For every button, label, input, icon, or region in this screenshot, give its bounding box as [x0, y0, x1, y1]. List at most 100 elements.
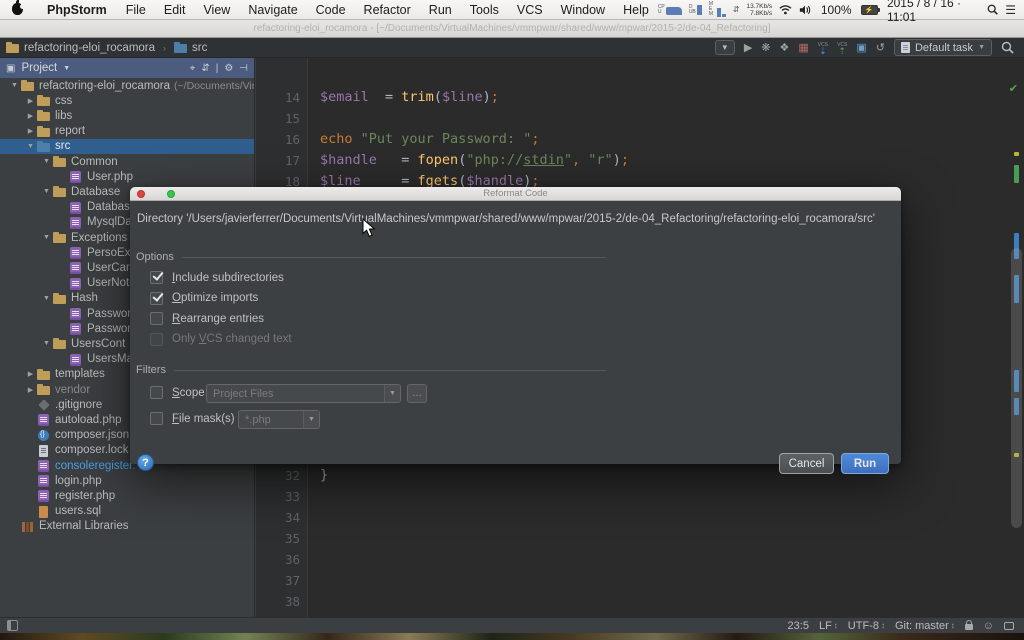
tree-expanded-arrow-icon[interactable]: ▼: [24, 143, 37, 150]
error-stripe-marker[interactable]: [1014, 152, 1019, 156]
toolwindow-toggle-icon[interactable]: [7, 620, 18, 631]
tree-item-report[interactable]: ▶report: [0, 124, 254, 139]
rollback-icon[interactable]: ↺: [876, 39, 885, 57]
chevron-down-icon[interactable]: ▼: [303, 411, 319, 428]
tree-expanded-arrow-icon[interactable]: ▼: [40, 295, 53, 302]
coverage-icon[interactable]: ❖: [780, 39, 790, 57]
line-ending-selector[interactable]: LF↕: [819, 620, 838, 632]
cpu-widget-icon[interactable]: CPU: [658, 5, 682, 15]
checkbox-icon[interactable]: [150, 312, 163, 325]
menu-tools[interactable]: Tools: [461, 0, 508, 20]
menu-vcs[interactable]: VCS: [508, 0, 552, 20]
breadcrumb-project[interactable]: refactoring-eloi_rocamora: [0, 41, 161, 54]
hide-panel-icon[interactable]: ⊣: [239, 63, 248, 74]
chevron-down-icon[interactable]: ▼: [63, 65, 70, 72]
chevron-down-icon[interactable]: ▼: [384, 385, 400, 402]
apple-menu[interactable]: [12, 2, 23, 17]
option-checkbox-optimize-imports[interactable]: Optimize imports: [150, 292, 258, 305]
option-checkbox-only-vcs-changed-text[interactable]: Only VCS changed text: [150, 333, 292, 346]
project-panel-header[interactable]: ▣ Project ▼ ⌖ ⇵ | ⚙ ⊣: [0, 58, 254, 78]
tree-collapsed-arrow-icon[interactable]: ▶: [24, 370, 37, 378]
menu-navigate[interactable]: Navigate: [239, 0, 306, 20]
file-mask-checkbox[interactable]: File mask(s): [150, 412, 235, 425]
checkbox-checked-icon[interactable]: [150, 271, 163, 284]
tree-item-refactoring-eloi-rocamora[interactable]: ▼refactoring-eloi_rocamora(~/Documents/V…: [0, 78, 254, 93]
checkbox-icon[interactable]: [150, 386, 163, 399]
menu-run[interactable]: Run: [420, 0, 461, 20]
menu-view[interactable]: View: [194, 0, 239, 20]
vcs-commit-icon[interactable]: VCS⇡: [837, 42, 847, 54]
menu-window[interactable]: Window: [552, 0, 614, 20]
close-dot-icon[interactable]: [137, 190, 145, 198]
menu-code[interactable]: Code: [307, 0, 355, 20]
encoding-selector[interactable]: UTF-8↕: [848, 620, 885, 632]
default-task-combo[interactable]: Default task ▼: [894, 39, 992, 56]
scope-checkbox[interactable]: Scope: [150, 386, 205, 399]
menu-phpstorm[interactable]: PhpStorm: [37, 0, 117, 20]
tree-item-register-php[interactable]: register.php: [0, 488, 254, 503]
disk-widget-icon[interactable]: DUB: [689, 5, 702, 15]
profile-icon[interactable]: ▦: [798, 39, 808, 57]
wifi-icon[interactable]: [779, 4, 792, 16]
zoom-dot-icon[interactable]: [167, 190, 175, 198]
tree-item-external-libraries[interactable]: External Libraries: [0, 519, 254, 534]
checkbox-checked-icon[interactable]: [150, 292, 163, 305]
inspections-ok-icon[interactable]: ✔: [1009, 82, 1018, 95]
tree-expanded-arrow-icon[interactable]: ▼: [40, 340, 53, 347]
menu-edit[interactable]: Edit: [155, 0, 195, 20]
changes-icon[interactable]: ▣: [856, 39, 866, 57]
dialog-titlebar[interactable]: Reformat Code: [130, 187, 901, 201]
caret-position[interactable]: 23:5: [788, 620, 809, 632]
tree-item-user-php[interactable]: User.php: [0, 169, 254, 184]
checkbox-icon[interactable]: [150, 412, 163, 425]
hector-inspector-icon[interactable]: ☺: [983, 620, 994, 632]
tree-item-libs[interactable]: ▶libs: [0, 108, 254, 123]
tree-item-src[interactable]: ▼src: [0, 139, 254, 154]
tree-expanded-arrow-icon[interactable]: ▼: [40, 234, 53, 241]
volume-icon[interactable]: [799, 4, 812, 16]
scope-browse-button[interactable]: …: [407, 384, 427, 403]
tree-item-users-sql[interactable]: users.sql: [0, 504, 254, 519]
tree-expanded-arrow-icon[interactable]: ▼: [40, 188, 53, 195]
tree-item-common[interactable]: ▼Common: [0, 154, 254, 169]
option-checkbox-include-subdirectories[interactable]: Include subdirectories: [150, 271, 284, 284]
tree-item-css[interactable]: ▶css: [0, 93, 254, 108]
tree-expanded-arrow-icon[interactable]: ▼: [40, 158, 53, 165]
tree-collapsed-arrow-icon[interactable]: ▶: [24, 112, 37, 120]
event-log-icon[interactable]: [1004, 622, 1014, 630]
option-checkbox-rearrange-entries[interactable]: Rearrange entries: [150, 312, 264, 325]
readonly-lock-icon[interactable]: [965, 624, 973, 630]
scope-combo[interactable]: Project Files ▼: [206, 384, 401, 403]
tree-collapsed-arrow-icon[interactable]: ▶: [24, 127, 37, 135]
run-button[interactable]: Run: [841, 453, 889, 474]
run-config-dropdown[interactable]: ▼: [715, 40, 735, 55]
collapse-all-icon[interactable]: ⇵: [201, 63, 209, 74]
menu-refactor[interactable]: Refactor: [355, 0, 420, 20]
network-speed[interactable]: 13.7Kb/s7.8Kb/s: [747, 3, 773, 17]
file-mask-combo[interactable]: *.php ▼: [238, 410, 320, 429]
checkbox-icon[interactable]: [150, 333, 163, 346]
git-branch-selector[interactable]: Git: master↕: [895, 620, 955, 632]
tree-collapsed-arrow-icon[interactable]: ▶: [24, 97, 37, 105]
breadcrumb-src[interactable]: src: [168, 41, 213, 54]
network-arrows-icon[interactable]: ⇵: [733, 5, 740, 14]
memory-widget-icon[interactable]: MEM: [709, 2, 726, 17]
menu-help[interactable]: Help: [614, 0, 658, 20]
gear-icon[interactable]: ⚙: [224, 63, 233, 74]
locate-file-icon[interactable]: ⌖: [190, 63, 196, 74]
spotlight-icon[interactable]: [987, 3, 998, 16]
editor-scrollbar[interactable]: [1011, 248, 1022, 528]
menubar-clock[interactable]: 2015 / 8 / 16 · 11:01: [885, 0, 980, 24]
run-icon[interactable]: ▶: [744, 39, 752, 57]
menu-file[interactable]: File: [117, 0, 155, 20]
debug-icon[interactable]: ❋: [761, 39, 770, 57]
vcs-update-icon[interactable]: VCS⇣: [818, 42, 828, 54]
battery-percent[interactable]: 100%: [819, 3, 854, 17]
cancel-button[interactable]: Cancel: [779, 453, 834, 474]
notification-center-icon[interactable]: ☰: [1005, 3, 1016, 17]
tree-item-login-php[interactable]: login.php: [0, 473, 254, 488]
help-button[interactable]: ?: [137, 454, 154, 471]
tree-collapsed-arrow-icon[interactable]: ▶: [24, 386, 37, 394]
tree-expanded-arrow-icon[interactable]: ▼: [8, 82, 21, 89]
search-everywhere-icon[interactable]: [1001, 41, 1014, 54]
